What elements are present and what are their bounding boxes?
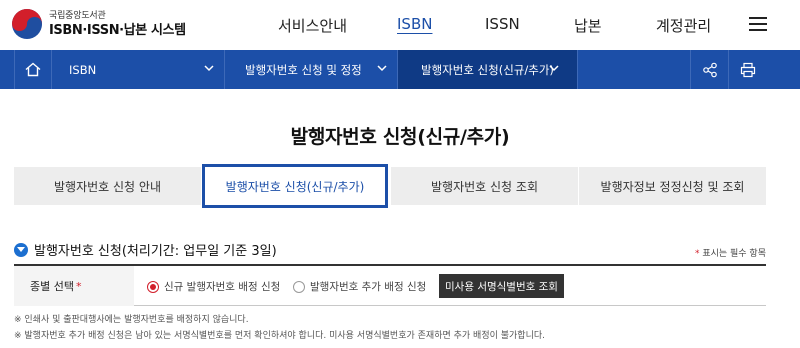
gnb-item-service[interactable]: 서비스안내: [278, 15, 347, 36]
gnb-item-issn[interactable]: ISSN: [485, 15, 520, 33]
chevron-down-icon: [204, 65, 214, 72]
hamburger-icon[interactable]: [749, 16, 767, 32]
gnb-item-isbn[interactable]: ISBN: [397, 15, 432, 33]
tab-apply-new[interactable]: 발행자번호 신청(신규/추가): [202, 164, 388, 208]
section-title: 발행자번호 신청(처리기간: 업무일 기준 3일): [34, 244, 277, 259]
radio-label: 발행자번호 추가 배정 신청: [310, 281, 427, 293]
site-header: 국립중앙도서관 ISBN·ISSN·납본 시스템 서비스안내 ISBN ISSN…: [0, 0, 800, 50]
required-note: * 표시는 필수 항목: [695, 246, 766, 259]
section-heading: 발행자번호 신청(처리기간: 업무일 기준 3일): [14, 240, 277, 259]
page-title: 발행자번호 신청(신규/추가): [290, 126, 510, 148]
required-star: *: [694, 249, 700, 259]
notes: ※ 인쇄사 및 출판대행사에는 발행자번호를 배정하지 않습니다. ※ 발행자번…: [14, 312, 545, 344]
radio-label: 신규 발행자번호 배정 신청: [164, 281, 281, 293]
home-icon: [25, 62, 41, 77]
chevron-circle-down-icon: [14, 242, 28, 257]
note-item: ※ 발행자번호 추가 배정 신청은 남아 있는 서명식별번호를 먼저 확인하셔야…: [14, 331, 545, 341]
location-seg-apply[interactable]: 발행자번호 신청 및 정정: [225, 50, 398, 89]
chevron-down-icon: [377, 65, 387, 72]
tab-apply-lookup[interactable]: 발행자번호 신청 조회: [391, 167, 578, 205]
form-row-type: 종별 선택 * 신규 발행자번호 배정 신청 발행자번호 추가 배정 신청 미사…: [14, 264, 766, 306]
type-label: 종별 선택 *: [14, 266, 134, 306]
location-seg-label: 발행자번호 신청(신규/추가): [421, 62, 554, 77]
share-button[interactable]: [690, 50, 728, 89]
type-label-text: 종별 선택: [30, 280, 74, 293]
unused-id-lookup-button[interactable]: 미사용 서명식별번호 조회: [439, 274, 564, 298]
share-icon: [702, 62, 717, 77]
note-item: ※ 인쇄사 및 출판대행사에는 발행자번호를 배정하지 않습니다.: [14, 315, 249, 325]
required-note-text: 표시는 필수 항목: [702, 249, 766, 259]
print-button[interactable]: [728, 50, 766, 89]
print-icon: [740, 62, 755, 77]
tab-apply-guide[interactable]: 발행자번호 신청 안내: [14, 167, 201, 205]
location-seg-label: ISBN: [69, 62, 97, 77]
logo-org-name: 국립중앙도서관: [49, 10, 106, 21]
location-seg-isbn[interactable]: ISBN: [52, 50, 225, 89]
content-tabs: 발행자번호 신청 안내 발행자번호 신청(신규/추가) 발행자번호 신청 조회 …: [14, 164, 766, 208]
national-emblem-icon: [12, 9, 42, 39]
tab-publisher-correction[interactable]: 발행자정보 정정신청 및 조회: [579, 167, 766, 205]
location-seg-label: 발행자번호 신청 및 정정: [245, 62, 362, 77]
site-logo[interactable]: 국립중앙도서관 ISBN·ISSN·납본 시스템: [12, 9, 186, 39]
gnb-item-account[interactable]: 계정관리: [656, 15, 711, 36]
home-button[interactable]: [14, 50, 52, 89]
radio-new-assign[interactable]: 신규 발행자번호 배정 신청: [147, 279, 280, 294]
chevron-down-icon: [549, 65, 559, 72]
required-star: *: [75, 279, 82, 293]
radio-additional-assign[interactable]: 발행자번호 추가 배정 신청: [293, 279, 426, 294]
radio-checked-icon: [147, 280, 159, 293]
logo-system-name: ISBN·ISSN·납본 시스템: [49, 22, 186, 38]
gnb-item-deposit[interactable]: 납본: [574, 15, 602, 36]
radio-unchecked-icon: [293, 280, 305, 293]
location-bar: ISBN 발행자번호 신청 및 정정 발행자번호 신청(신규/추가): [0, 50, 800, 89]
location-seg-current[interactable]: 발행자번호 신청(신규/추가): [398, 50, 578, 89]
